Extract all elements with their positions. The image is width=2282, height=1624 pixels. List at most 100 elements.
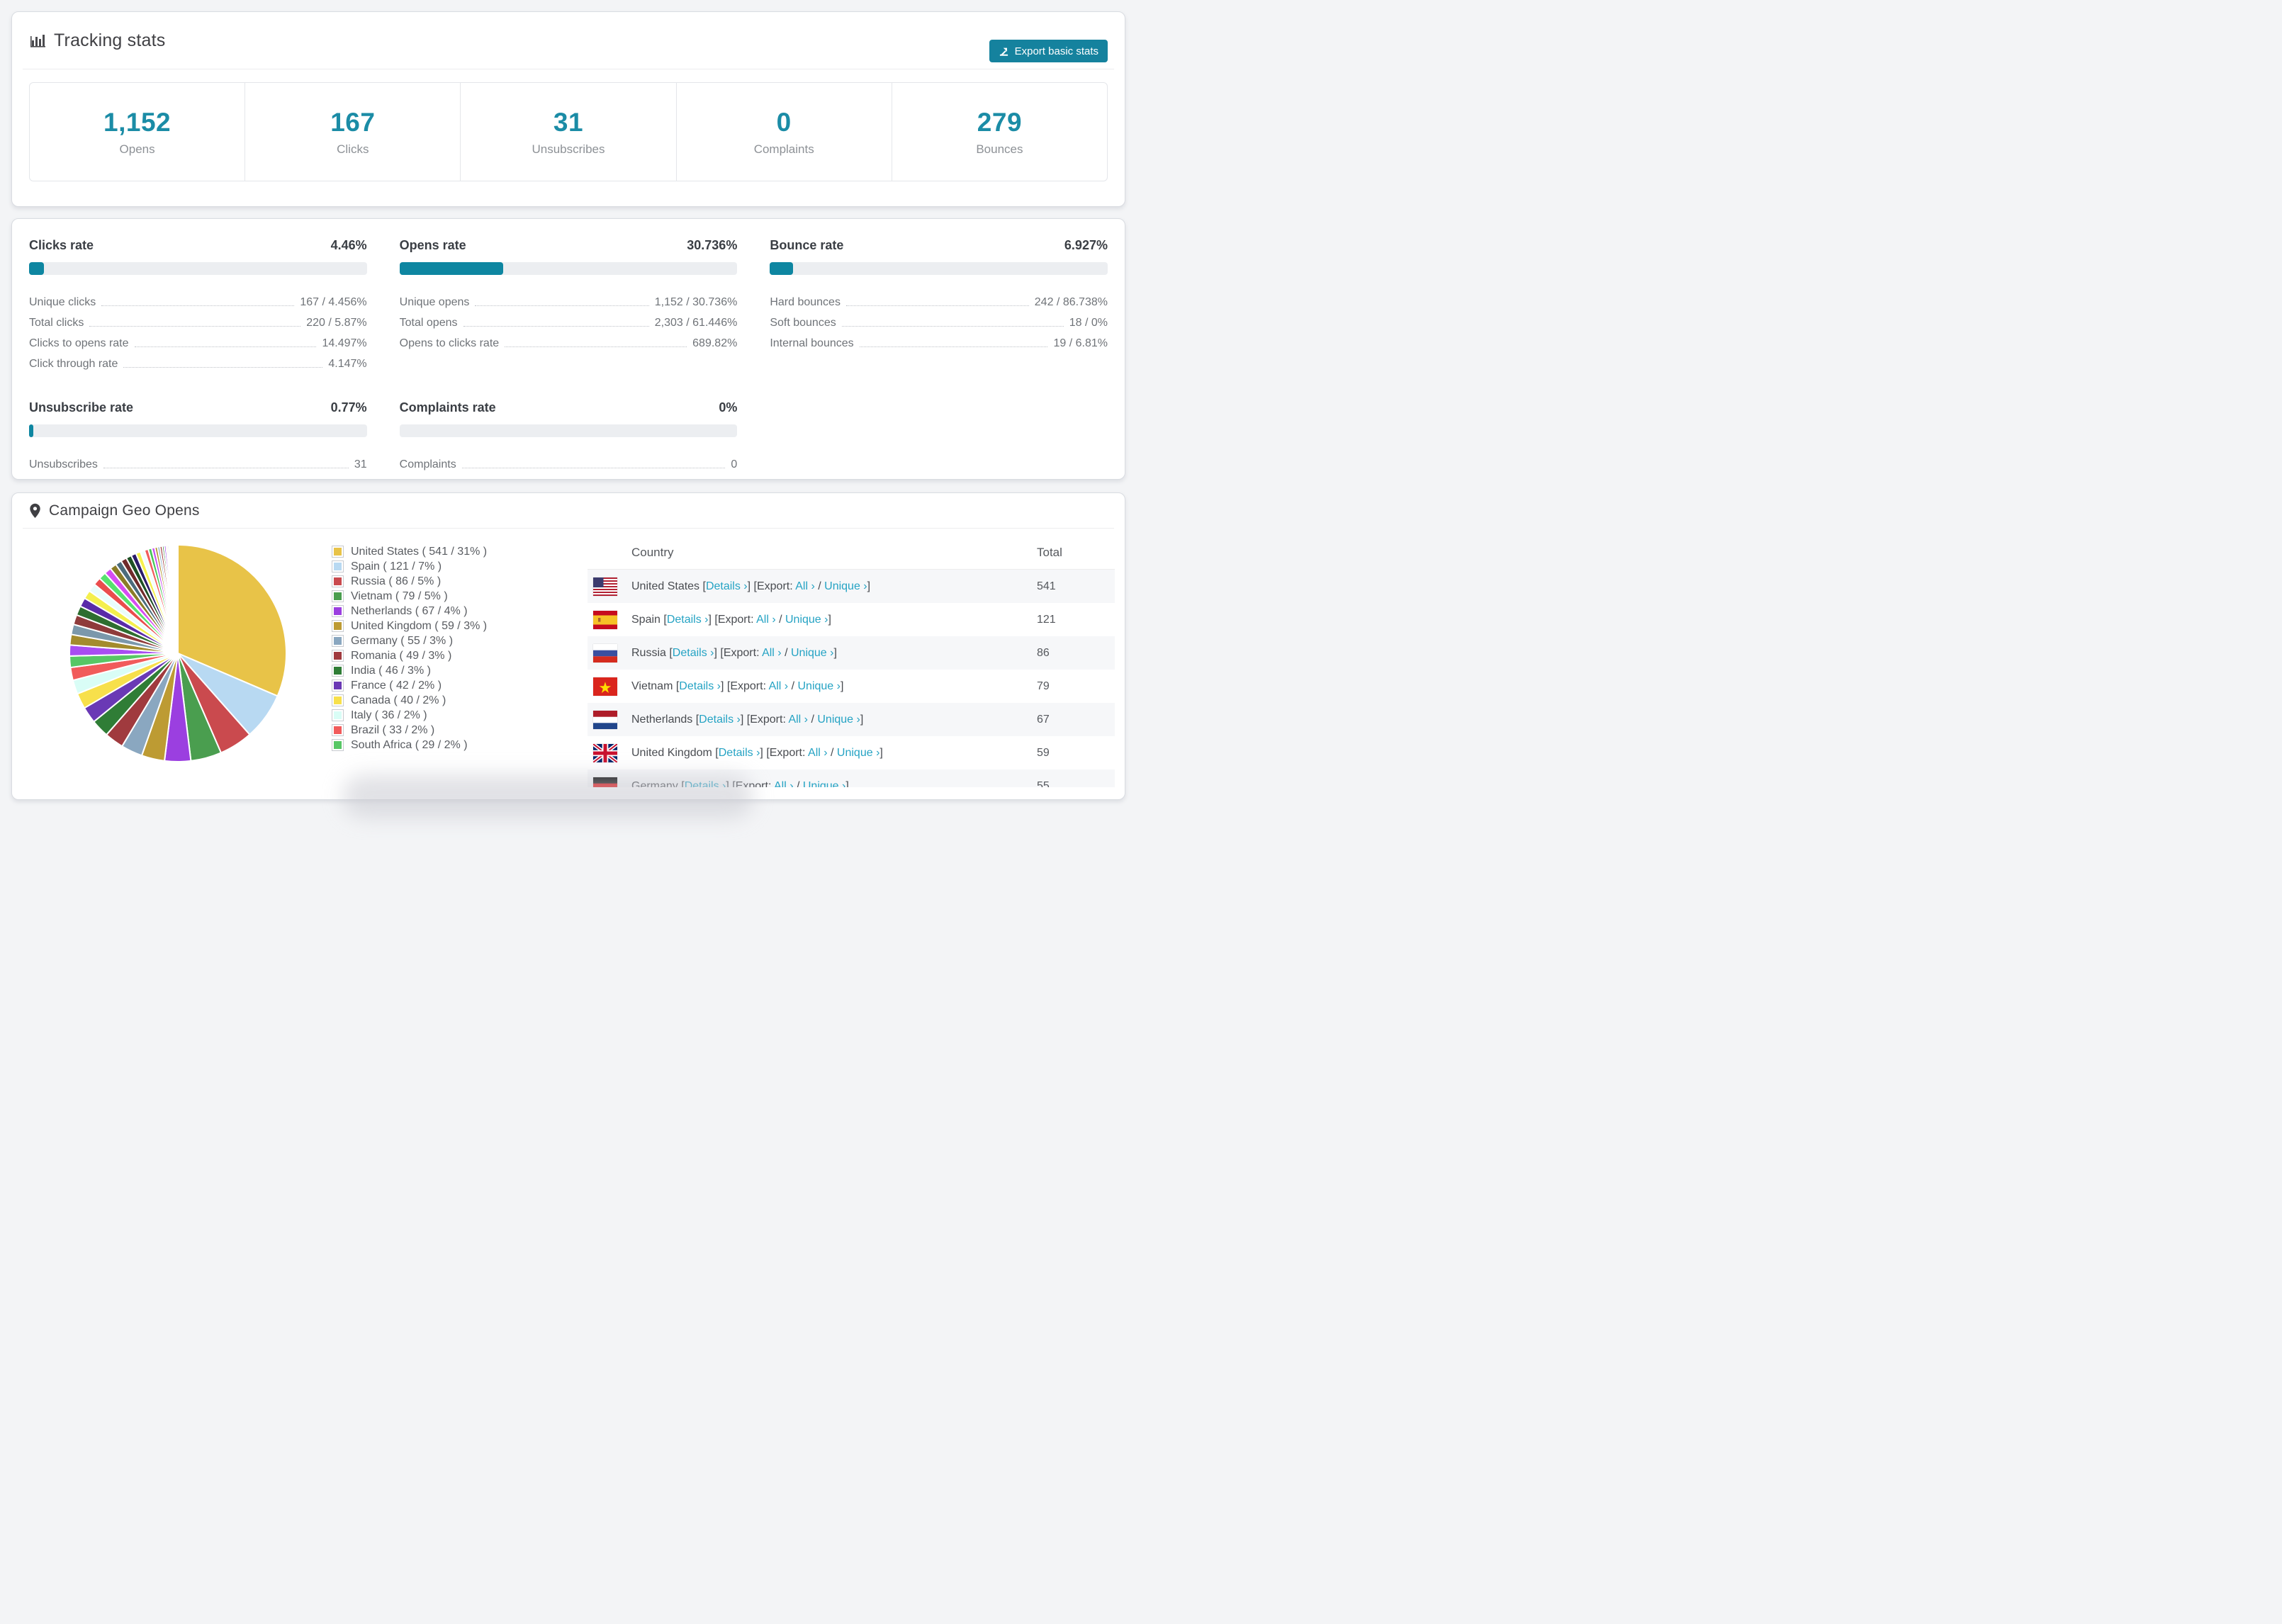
rate-row-label: Soft bounces [770,317,836,329]
export-all-link[interactable]: All › [774,780,794,788]
dotted-leader [859,346,1048,347]
export-unique-link[interactable]: Unique › [791,647,833,659]
country-cell: Netherlands [Details ›] [Export: All › /… [631,714,1037,726]
rate-rows-complaints-rate: Complaints 0 [400,451,738,471]
export-unique-link[interactable]: Unique › [837,747,879,759]
export-all-link[interactable]: All › [762,647,782,659]
rate-row-clicks-to-opens-rate: Clicks to opens rate 14.497% [29,329,367,350]
stat-value-unsubscribes: 31 [553,107,584,137]
link-separator: / [781,646,791,659]
export-unique-link[interactable]: Unique › [797,680,840,692]
legend-item-spain: Spain ( 121 / 7% ) [332,559,487,574]
rate-row-hard-bounces: Hard bounces 242 / 86.738% [770,288,1108,309]
bracket-close: ] [879,746,883,759]
rate-row-unique-opens: Unique opens 1,152 / 30.736% [400,288,738,309]
legend-swatch-brazil [332,724,344,736]
export-unique-link[interactable]: Unique › [803,780,845,788]
total-cell: 67 [1037,713,1050,726]
rate-value-bounce-rate: 6.927% [1064,238,1108,252]
legend-item-canada: Canada ( 40 / 2% ) [332,693,487,708]
bar-chart-icon [29,32,46,49]
export-all-link[interactable]: All › [788,714,808,726]
export-unique-link[interactable]: Unique › [824,580,867,592]
legend-item-germany: Germany ( 55 / 3% ) [332,633,487,648]
bracket-close: ] [845,779,849,788]
legend-swatch-spain [332,560,344,573]
rate-row-value: 18 / 0% [1069,317,1108,329]
legend-swatch-india [332,665,344,677]
rate-progressbar-fill [29,262,45,275]
rate-value-unsubscribe-rate: 0.77% [330,400,367,415]
rate-head-opens-rate: Opens rate 30.736% [400,238,738,253]
stat-label-unsubscribes: Unsubscribes [532,142,605,156]
stat-label-bounces: Bounces [976,142,1023,156]
rate-row-value: 31 [354,458,367,470]
details-link[interactable]: Details › [699,714,741,726]
export-unique-link[interactable]: Unique › [817,714,860,726]
legend-label-vietnam: Vietnam ( 79 / 5% ) [351,590,448,602]
map-pin-icon [29,503,41,519]
geo-opens-header: Campaign Geo Opens [23,493,1114,529]
rates-grid: Clicks rate 4.46% Unique clicks 167 / 4.456… [12,219,1125,490]
link-separator: / [827,746,837,759]
export-prefix: ] [Export: [720,680,769,692]
rate-row-label: Complaints [399,458,456,470]
bracket-close: ] [840,680,844,692]
rate-value-clicks-rate: 4.46% [330,238,367,252]
country-name: Russia [ [631,646,673,659]
rate-row-value: 242 / 86.738% [1034,296,1108,308]
export-all-link[interactable]: All › [756,614,776,626]
rate-title-complaints-rate: Complaints rate [399,400,496,415]
rate-row-value: 0 [731,458,738,470]
rate-row-unique-clicks: Unique clicks 167 / 4.456% [29,288,367,309]
export-all-link[interactable]: All › [795,580,815,592]
dotted-leader [845,305,1029,306]
export-all-link[interactable]: All › [808,747,828,759]
country-name: United Kingdom [ [631,746,719,759]
pie-slice-other-40[interactable] [176,543,179,654]
export-unique-link[interactable]: Unique › [785,614,828,626]
stat-box-unsubscribes: 31 Unsubscribes [461,83,677,181]
details-link[interactable]: Details › [673,647,714,659]
country-cell: Spain [Details ›] [Export: All › / Uniqu… [631,614,1037,626]
export-prefix: ] [Export: [714,646,763,659]
link-separator: / [788,680,798,692]
link-separator: / [808,713,818,726]
export-prefix: ] [Export: [740,713,789,726]
legend-item-romania: Romania ( 49 / 3% ) [332,648,487,663]
export-basic-stats-button[interactable]: Export basic stats [989,40,1108,62]
legend-label-south-africa: South Africa ( 29 / 2% ) [351,738,468,751]
rate-row-complaints: Complaints 0 [400,451,738,471]
dotted-leader [505,346,687,347]
rate-row-value: 220 / 5.87% [306,317,367,329]
geo-opens-title: Campaign Geo Opens [49,502,200,519]
legend-item-netherlands: Netherlands ( 67 / 4% ) [332,604,487,619]
details-link[interactable]: Details › [719,747,760,759]
details-link[interactable]: Details › [667,614,709,626]
rate-block-unsubscribe-rate: Unsubscribe rate 0.77% Unsubscribes 31 [29,400,367,471]
rate-row-value: 19 / 6.81% [1053,337,1108,349]
rate-value-opens-rate: 30.736% [687,238,738,252]
flag-icon-us [593,577,617,596]
total-cell: 121 [1037,613,1056,626]
legend-item-italy: Italy ( 36 / 2% ) [332,708,487,723]
geo-table-row-vietnam: Vietnam [Details ›] [Export: All › / Uni… [588,670,1115,703]
rate-row-label: Total opens [399,317,458,329]
legend-label-germany: Germany ( 55 / 3% ) [351,634,454,647]
rate-row-label: Click through rate [29,358,118,370]
country-name: Vietnam [ [631,680,680,692]
details-link[interactable]: Details › [679,680,721,692]
details-link[interactable]: Details › [685,780,726,788]
rate-head-bounce-rate: Bounce rate 6.927% [770,238,1108,253]
geo-opens-pie-chart[interactable] [64,540,291,767]
details-link[interactable]: Details › [706,580,748,592]
total-cell: 59 [1037,746,1050,759]
export-prefix: ] [Export: [708,613,757,626]
stat-label-clicks: Clicks [337,142,369,156]
flag-icon-de [593,777,617,787]
legend-label-united-kingdom: United Kingdom ( 59 / 3% ) [351,619,488,632]
export-all-link[interactable]: All › [769,680,789,692]
stat-box-complaints: 0 Complaints [677,83,892,181]
legend-label-russia: Russia ( 86 / 5% ) [351,575,442,587]
legend-item-south-africa: South Africa ( 29 / 2% ) [332,738,487,752]
